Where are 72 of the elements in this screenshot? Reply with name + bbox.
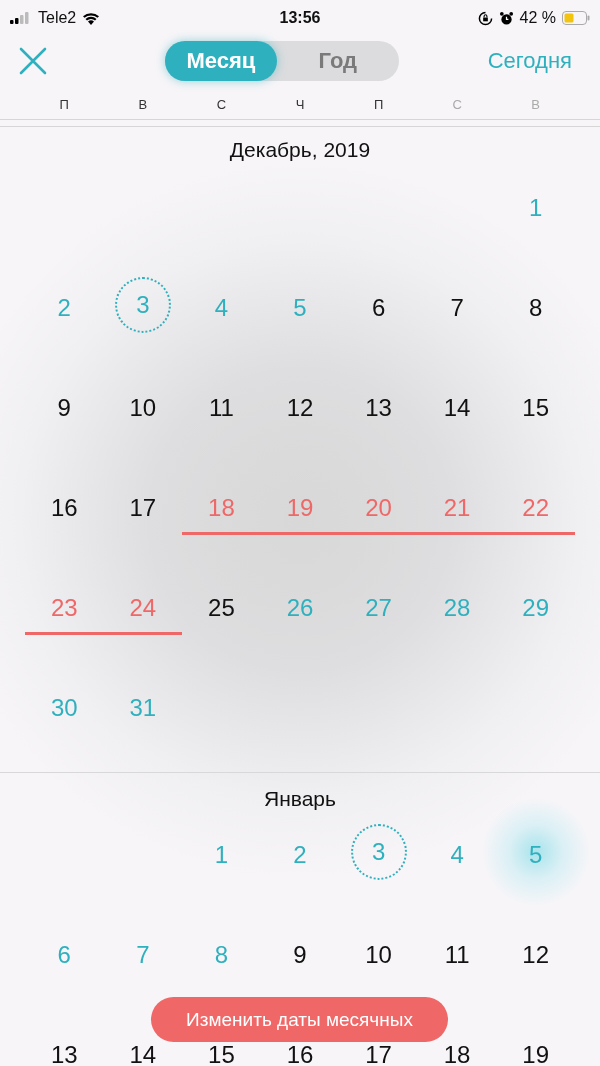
day-number[interactable]: 11 [206,394,237,416]
day-number[interactable]: 7 [127,941,158,963]
day-number[interactable]: 4 [206,294,237,316]
day-number[interactable]: 5 [520,841,551,863]
day-number[interactable]: 19 [520,1041,551,1063]
day-number[interactable]: 10 [127,394,158,416]
weekday-label: В [137,96,149,112]
edit-period-button[interactable]: Изменить даты месячных [151,997,448,1042]
day-number[interactable]: 5 [285,294,315,316]
day-number[interactable]: 1 [520,194,551,216]
day-number[interactable]: 14 [442,394,473,416]
day-number[interactable]: 18 [206,494,237,516]
day-number[interactable]: 16 [49,494,80,516]
clock-time: 13:56 [279,9,321,27]
day-number[interactable]: 3 [114,277,171,333]
month-title: Декабрь, 2019 [228,137,372,163]
day-number[interactable]: 9 [285,941,315,963]
today-link[interactable]: Сегодня [487,48,572,74]
day-number[interactable]: 19 [285,494,315,516]
day-number[interactable]: 28 [442,594,473,616]
day-number[interactable]: 13 [49,1041,80,1063]
day-number[interactable]: 22 [520,494,551,516]
carrier-name: Tele2 [38,9,77,27]
day-number[interactable]: 20 [363,494,394,516]
day-number[interactable]: 2 [49,294,80,316]
weekday-label: П [372,96,385,112]
day-number[interactable]: 7 [442,294,473,316]
day-number[interactable]: 3 [350,824,407,880]
weekday-label: С [451,96,463,112]
day-number[interactable]: 18 [442,1041,473,1063]
month-title: Январь [263,786,337,812]
view-tab[interactable]: Месяц [164,41,277,81]
view-tab[interactable]: Год [276,41,399,81]
day-number[interactable]: 11 [442,941,473,963]
day-number[interactable]: 23 [49,594,80,616]
battery-percent: 42 % [519,9,556,27]
day-number[interactable]: 15 [520,394,551,416]
day-number[interactable]: 10 [363,941,394,963]
day-number[interactable]: 9 [49,394,80,416]
day-number[interactable]: 17 [363,1041,394,1063]
alarm-icon [498,10,514,26]
rotation-lock-icon [477,10,493,26]
day-number[interactable]: 17 [127,494,158,516]
day-number[interactable]: 6 [363,294,394,316]
day-number[interactable]: 6 [49,941,80,963]
day-number[interactable]: 15 [206,1041,237,1063]
day-number[interactable]: 26 [285,594,315,616]
day-number[interactable]: 13 [363,394,394,416]
day-number[interactable]: 29 [520,594,551,616]
close-icon[interactable] [18,46,48,76]
weekday-label: С [215,96,228,112]
day-number[interactable]: 21 [442,494,473,516]
battery-icon [562,11,590,25]
weekday-label: П [58,96,70,112]
weekday-label: В [530,96,542,112]
day-number[interactable]: 12 [520,941,551,963]
day-number[interactable]: 12 [285,394,315,416]
day-number[interactable]: 24 [127,594,158,616]
day-number[interactable]: 27 [363,594,394,616]
day-number[interactable]: 25 [206,594,237,616]
signal-icon [10,12,32,24]
day-number[interactable]: 8 [520,294,551,316]
day-number[interactable]: 31 [127,694,158,716]
day-number[interactable]: 4 [442,841,473,863]
wifi-icon [82,11,101,25]
day-number[interactable]: 1 [206,841,237,863]
day-number[interactable]: 30 [49,694,80,716]
weekday-label: Ч [294,96,306,112]
day-number[interactable]: 16 [285,1041,315,1063]
day-number[interactable]: 8 [206,941,237,963]
day-number[interactable]: 2 [285,841,315,863]
day-number[interactable]: 14 [127,1041,158,1063]
